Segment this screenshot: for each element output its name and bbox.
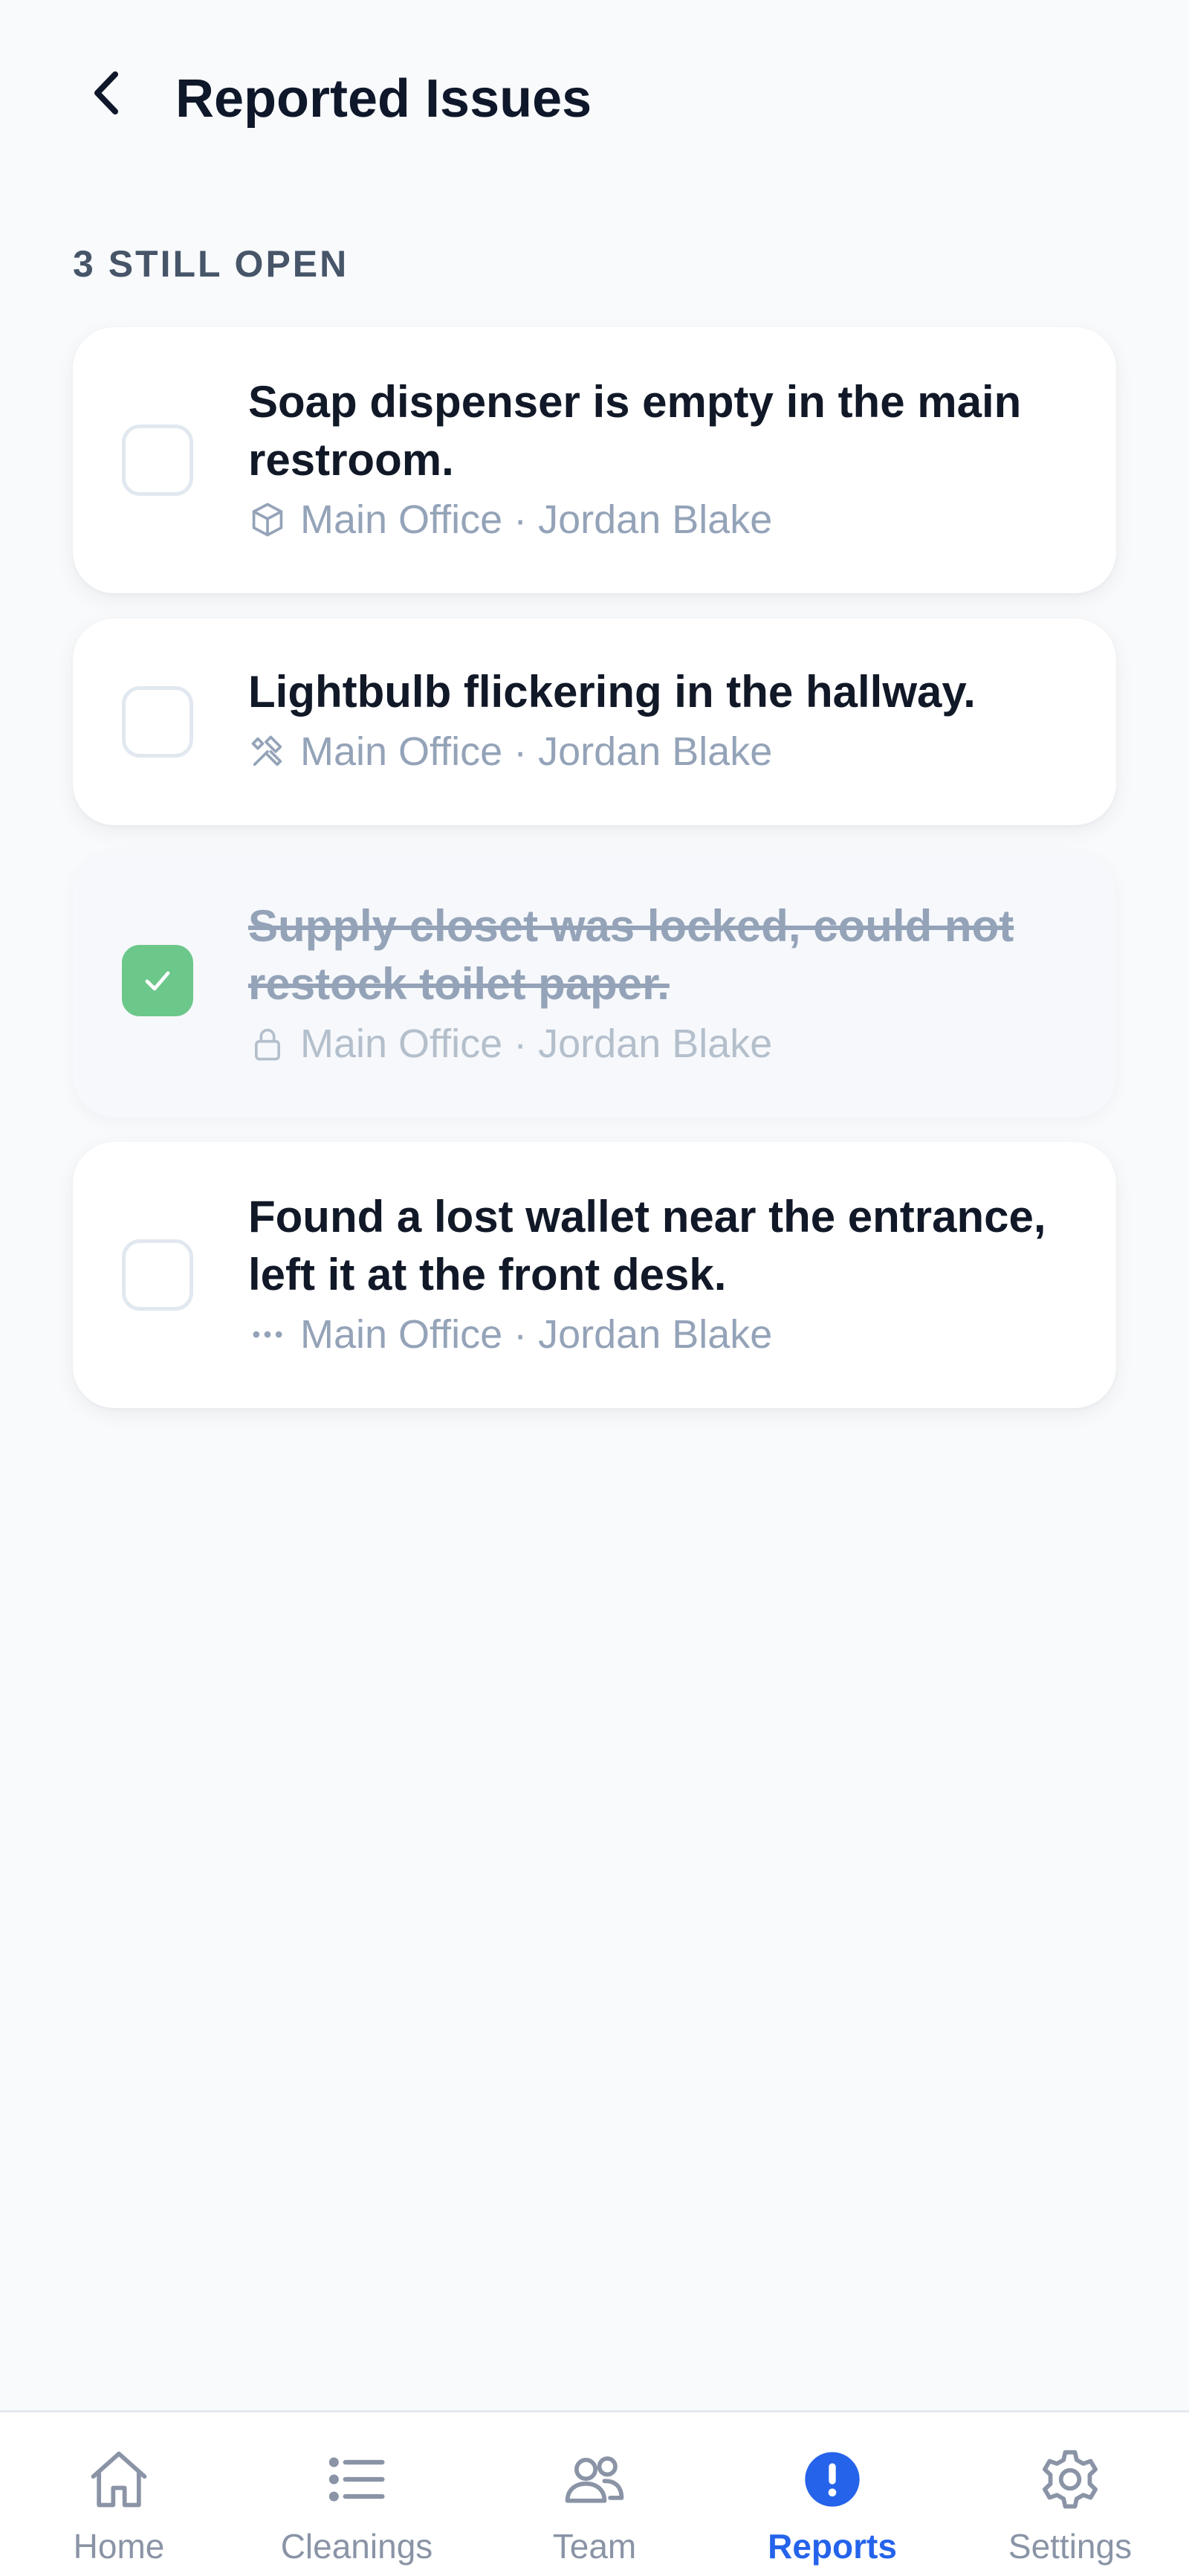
- issue-location: Main Office: [300, 497, 503, 542]
- issue-title: Supply closet was locked, could not rest…: [248, 901, 1014, 1009]
- issue-reporter: Jordan Blake: [538, 497, 773, 542]
- issue-checkbox[interactable]: [122, 1239, 193, 1311]
- issue-card[interactable]: Found a lost wallet near the entrance, l…: [73, 1142, 1116, 1408]
- issue-card[interactable]: Soap dispenser is empty in the main rest…: [73, 327, 1116, 593]
- issue-checkbox-checked[interactable]: [122, 945, 193, 1016]
- more-dots-icon: [248, 1315, 287, 1354]
- box-icon: [248, 500, 287, 539]
- issue-meta: Main Office · Jordan Blake: [248, 494, 1057, 546]
- check-icon: [145, 971, 170, 991]
- issue-location: Main Office: [300, 729, 503, 774]
- meta-separator: ·: [502, 1021, 539, 1066]
- meta-separator: ·: [502, 497, 539, 542]
- issue-checkbox[interactable]: [122, 425, 193, 496]
- gear-icon: [1033, 2442, 1107, 2517]
- issue-location: Main Office: [300, 1021, 503, 1066]
- tab-label: Cleanings: [280, 2527, 433, 2566]
- tab-settings[interactable]: Settings: [951, 2412, 1189, 2576]
- tab-label: Settings: [1008, 2527, 1133, 2566]
- header: Reported Issues: [0, 0, 1189, 201]
- issue-reporter: Jordan Blake: [538, 1021, 773, 1066]
- bottom-tab-bar: Home Cleanings Team Reports Settings: [0, 2410, 1189, 2576]
- page-title: Reported Issues: [175, 69, 592, 129]
- list-icon: [320, 2442, 394, 2517]
- tab-team[interactable]: Team: [476, 2412, 713, 2576]
- tab-label: Team: [552, 2527, 637, 2566]
- issue-title: Found a lost wallet near the entrance, l…: [248, 1192, 1046, 1300]
- alert-icon: [795, 2442, 869, 2517]
- issue-location: Main Office: [300, 1312, 503, 1357]
- issue-reporter: Jordan Blake: [538, 729, 773, 774]
- issue-meta: Main Office · Jordan Blake: [248, 1308, 1057, 1360]
- tab-label: Reports: [768, 2527, 897, 2566]
- lock-icon: [248, 1024, 287, 1063]
- issue-title: Soap dispenser is empty in the main rest…: [248, 377, 1022, 485]
- issue-meta: Main Office · Jordan Blake: [248, 1018, 1057, 1070]
- meta-separator: ·: [502, 729, 539, 774]
- meta-separator: ·: [502, 1312, 539, 1357]
- home-icon: [82, 2442, 156, 2517]
- tab-label: Home: [73, 2527, 165, 2566]
- issue-card[interactable]: Lightbulb flickering in the hallway. Mai…: [73, 619, 1116, 825]
- team-icon: [557, 2442, 632, 2517]
- issue-card-resolved[interactable]: Supply closet was locked, could not rest…: [73, 851, 1116, 1117]
- issue-meta: Main Office · Jordan Blake: [248, 726, 1057, 778]
- tab-reports[interactable]: Reports: [713, 2412, 951, 2576]
- open-count-label: 3 Still Open: [73, 243, 349, 285]
- back-button[interactable]: [74, 59, 141, 126]
- tools-icon: [248, 732, 287, 771]
- tab-cleanings[interactable]: Cleanings: [238, 2412, 476, 2576]
- tab-home[interactable]: Home: [0, 2412, 238, 2576]
- issue-checkbox[interactable]: [122, 686, 193, 758]
- chevron-left-icon: [94, 71, 118, 114]
- issue-title: Lightbulb flickering in the hallway.: [248, 667, 976, 717]
- issue-reporter: Jordan Blake: [538, 1312, 773, 1357]
